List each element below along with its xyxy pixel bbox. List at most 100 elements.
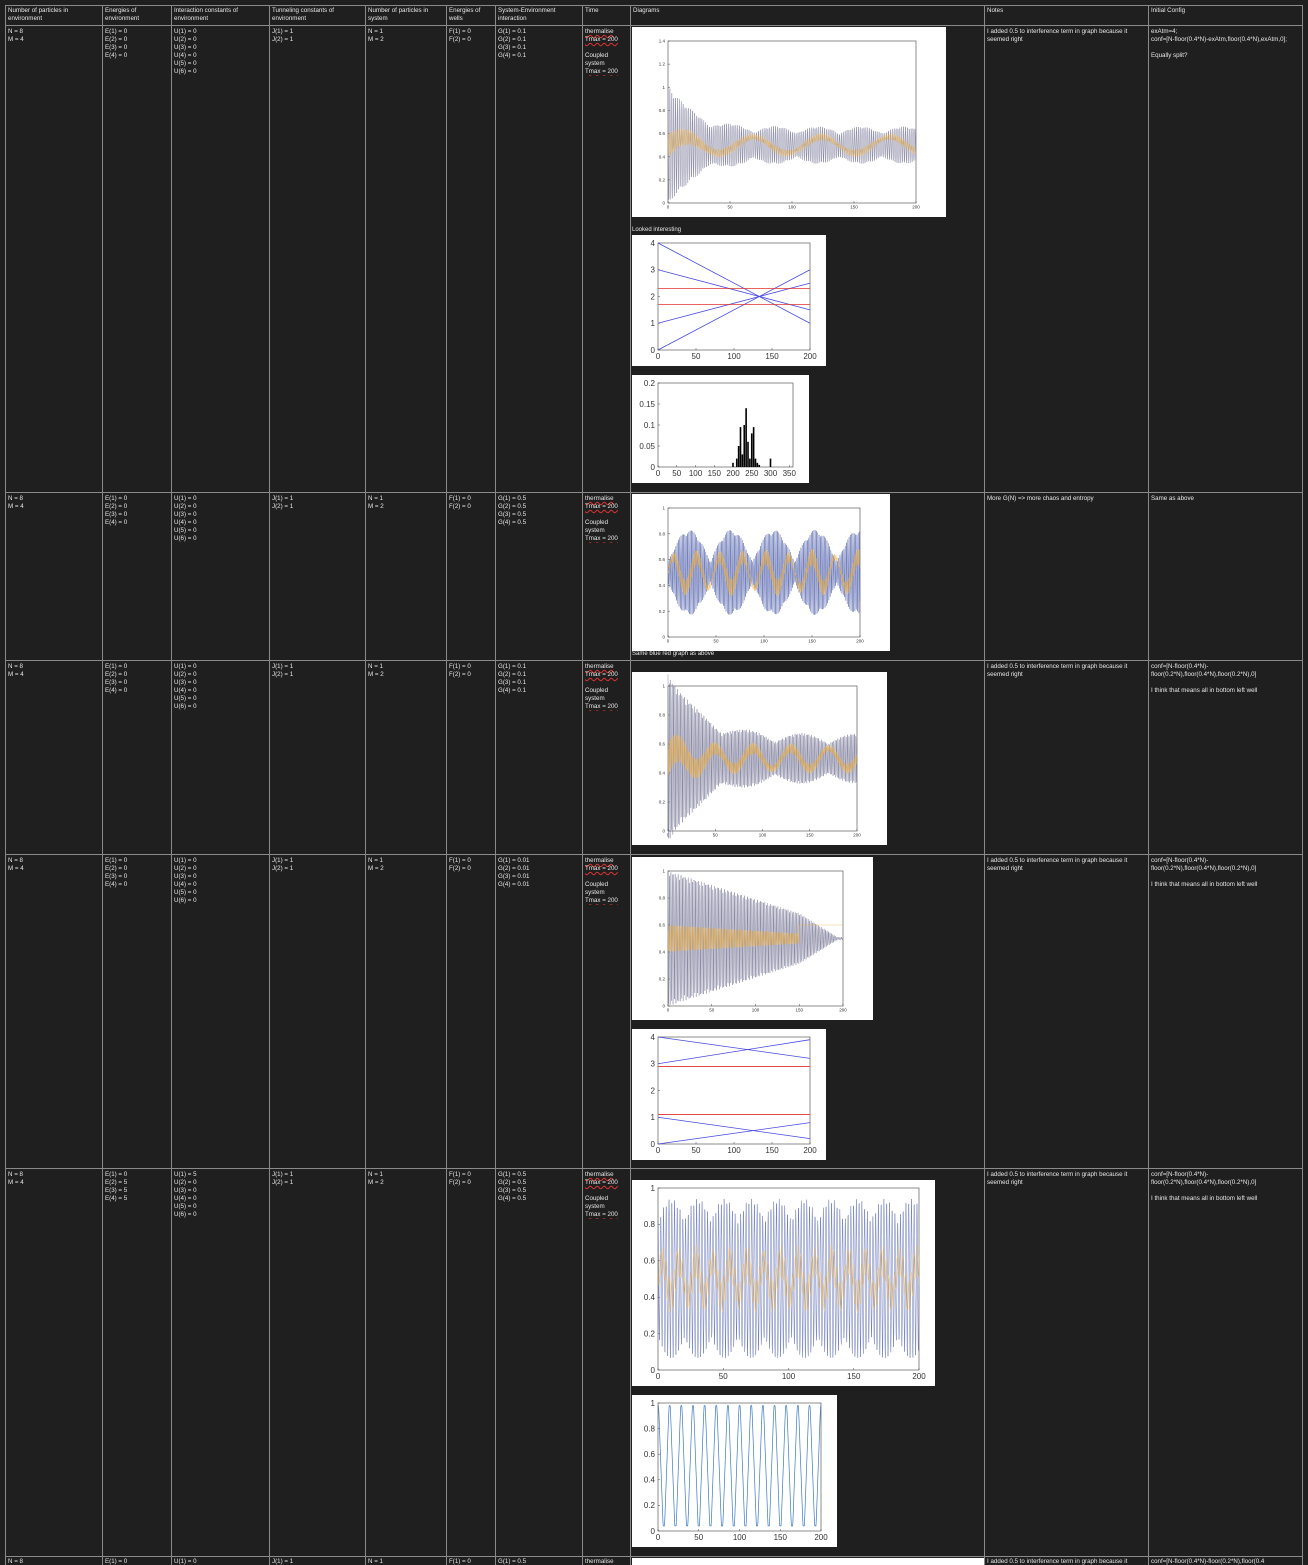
header-n-sys[interactable]: Number of particles in system xyxy=(368,7,444,23)
header-j-env[interactable]: Tunneling constants of environment xyxy=(272,7,363,23)
cell-f-wells[interactable]: F(1) = 0 F(2) = 0 xyxy=(449,495,493,511)
cell-n-env[interactable]: N = 8 M = 4 xyxy=(8,495,100,511)
cell-u-env[interactable]: U(1) = 5 U(2) = 0 U(3) = 0 U(4) = 0 U(5)… xyxy=(174,1171,267,1219)
header-diagrams[interactable]: Diagrams xyxy=(633,7,982,15)
cell-u-env[interactable]: U(1) = 0 U(2) = 0 U(3) = 0 U(4) = 0 U(5)… xyxy=(174,495,267,543)
cell-f-wells[interactable]: F(1) = 0 F(2) = 0 xyxy=(449,663,493,679)
cell-time[interactable]: thermalise Tmax = 200 Coupled system Tma… xyxy=(585,857,629,905)
cell-f-wells[interactable]: F(1) = 0 F(2) = 0 xyxy=(449,28,493,44)
y-tick-label: 0.6 xyxy=(644,1450,656,1459)
y-tick-label: 0.6 xyxy=(659,923,666,928)
cell-u-env[interactable]: U(1) = 0 U(2) = 0 U(3) = 0 U(4) = 0 U(5)… xyxy=(174,28,267,76)
grid-line xyxy=(1302,5,1303,1565)
oscillation-plot[interactable]: 0 50 100 150 200 0 0.2 0.4 0.6 0.8 1 xyxy=(632,1180,935,1386)
cell-j-env[interactable]: J(1) = 1 J(2) = 1 xyxy=(272,857,363,873)
cell-notes[interactable]: More G(N) => more chaos and entropy xyxy=(987,495,1146,503)
y-tick-label: 1 xyxy=(662,506,665,511)
oscillation-plot[interactable]: 0 50 100 150 200 0 0.2 0.4 0.6 0.8 1 xyxy=(632,1395,837,1547)
oscillation-plot[interactable]: 0 50 100 150 200 0 0.2 0.4 0.6 0.8 1 1.2 1.4 xyxy=(632,27,946,217)
y-tick-label: 0.4 xyxy=(659,771,666,776)
energy-levels-plot[interactable]: 0 50 100 150 200 0 1 2 3 4 xyxy=(632,235,826,366)
cell-f-wells[interactable]: F(1) = 0 F(2) = 0 xyxy=(449,857,493,873)
cell-j-env[interactable]: J(1) = 1 J(2) = 1 xyxy=(272,28,363,44)
cell-n-sys[interactable]: N = 1 M = 2 xyxy=(368,857,444,873)
cell-notes[interactable]: I added 0.5 to interference term in grap… xyxy=(987,28,1146,44)
cell-n-sys[interactable]: N = 1 M = 2 xyxy=(368,663,444,679)
cell-j-env[interactable]: J(1) = 1 J(2) = 1 xyxy=(272,495,363,511)
cell-time[interactable]: thermalise Tmax = 200 Coupled system Tma… xyxy=(585,663,629,711)
cell-e-env[interactable]: E(1) = 0 E(2) = 0 E(3) = 0 E(4) = 0 xyxy=(105,663,169,695)
cell-n-sys[interactable]: N = 1 M = 2 xyxy=(368,1171,444,1187)
cell-f-wells[interactable]: F(1) = 0 F(2) = 0 xyxy=(449,1171,493,1187)
cell-g-int[interactable]: G(1) = 0.01 G(2) = 0.01 G(3) = 0.01 G(4)… xyxy=(498,857,580,889)
y-tick-label: 0.2 xyxy=(644,1329,656,1338)
cell-e-env[interactable]: E(1) = 0 E(2) = 5 E(3) = 5 E(4) = 5 xyxy=(105,1171,169,1203)
cell-n-sys[interactable]: N = 1 M = 2 xyxy=(368,495,444,511)
y-tick-label: 0.4 xyxy=(644,1293,656,1302)
y-tick-label: 0 xyxy=(662,1004,665,1009)
cell-config[interactable]: conf=[N-floor(0.4*N)-floor(0.2*N),floor(… xyxy=(1151,663,1300,695)
spectrum-plot[interactable]: 0 50 100 150 200 250 300 350 0 0.05 0.1 0.15 0.2 xyxy=(632,375,809,483)
cell-n-env[interactable]: N = 8 M = 4 xyxy=(8,857,100,873)
cell-u-env[interactable]: U(1) = 0 U(2) = 0 U(3) = 0 U(4) = 0 U(5)… xyxy=(174,857,267,905)
series-line xyxy=(657,269,811,351)
cell-notes[interactable]: I added 0.5 to interference term in grap… xyxy=(987,663,1146,679)
grid-line xyxy=(5,660,1303,661)
cell-notes[interactable]: I added 0.5 to interference term in grap… xyxy=(987,857,1146,873)
cell-n-env[interactable]: N = 8 M = 4 xyxy=(8,1171,100,1187)
cell-e-env[interactable]: E(1) = 0 E(2) = 0 E(3) = 0 E(4) = 0 xyxy=(105,495,169,527)
header-u-env[interactable]: Interaction constants of environment xyxy=(174,7,267,23)
x-tick-label: 150 xyxy=(765,1146,779,1155)
cell-n-env[interactable]: N = 8 M = 4 xyxy=(8,28,100,44)
cell-time[interactable]: thermalise Tmax = 200 Coupled system Tma… xyxy=(585,1171,629,1219)
time-thermalise: thermalise xyxy=(585,857,614,864)
bar xyxy=(749,458,751,467)
cell-g-int[interactable]: G(1) = 0.1 G(2) = 0.1 G(3) = 0.1 G(4) = … xyxy=(498,663,580,695)
y-tick-label: 0.8 xyxy=(644,1424,656,1433)
cell-config[interactable]: Same as above xyxy=(1151,495,1300,503)
cell-n-sys[interactable]: N = 1 M = 2 xyxy=(368,28,444,44)
header-f-wells[interactable]: Energies of wells xyxy=(449,7,493,23)
cell-g-int[interactable]: G(1) = 0.5 G(2) = 0.5 G(3) = 0.5 G(4) = … xyxy=(498,1171,580,1203)
header-time[interactable]: Time xyxy=(585,7,628,15)
cell-j-env[interactable]: J(1) = 1 J(2) = 1 xyxy=(272,1171,363,1187)
x-tick-label: 0 xyxy=(667,205,670,210)
energy-levels-plot[interactable]: 0 50 100 150 200 0 1 2 3 4 xyxy=(632,1029,826,1160)
cell-j-env[interactable]: J(1) = 1 J(2) = 1 xyxy=(272,663,363,679)
header-config[interactable]: Initial Config xyxy=(1151,7,1300,15)
oscillation-plot[interactable]: 0 50 100 150 200 0 0.2 0.4 0.6 0.8 1 xyxy=(632,494,890,651)
time-thermalise: thermalise xyxy=(585,663,614,670)
cell-time[interactable]: thermalise Tmax = 200 Coupled system Tma… xyxy=(585,28,629,76)
cell-e-env[interactable]: E(1) = 0 E(2) = 0 E(3) = 0 E(4) = 0 xyxy=(105,857,169,889)
bar xyxy=(735,458,738,467)
y-tick-label: 1 xyxy=(662,869,665,874)
y-tick-label: 0.6 xyxy=(659,131,666,136)
cell-notes[interactable]: I added 0.5 to interference term in grap… xyxy=(987,1171,1146,1187)
cell-time[interactable]: thermalise Tmax = 200 Coupled system Tma… xyxy=(585,495,629,543)
y-tick-label: 1 xyxy=(651,1113,656,1122)
cell-n-env[interactable]: N = 8 M = 4 xyxy=(8,663,100,679)
cell-g-int[interactable]: G(1) = 0.5 G(2) = 0.5 G(3) = 0.5 G(4) = … xyxy=(498,495,580,527)
cell-u-env[interactable]: U(1) = 0 U(2) = 0 U(3) = 0 U(4) = 0 U(5)… xyxy=(174,663,267,711)
header-g-int[interactable]: System-Environment interaction xyxy=(498,7,580,23)
cell-config[interactable]: conf=[N-floor(0.4*N)-floor(0.2*N),floor(… xyxy=(1151,1171,1300,1203)
cell-g-int[interactable]: G(1) = 0.1 G(2) = 0.1 G(3) = 0.1 G(4) = … xyxy=(498,28,580,60)
bar xyxy=(756,462,759,467)
time-coupled: Coupled system xyxy=(585,687,609,703)
grid-line xyxy=(582,5,583,1565)
oscillation-plot[interactable]: 0 50 100 150 200 0 0.2 0.4 0.6 0.8 1 xyxy=(632,857,873,1020)
cell-config[interactable]: conf=[N-floor(0.4*N)-floor(0.2*N),floor(… xyxy=(1151,857,1300,889)
header-notes[interactable]: Notes xyxy=(987,7,1146,15)
time-coupled: Coupled system xyxy=(585,881,609,897)
y-tick-label: 0 xyxy=(662,635,665,640)
oscillation-plot[interactable]: 0 50 100 150 200 0 0.2 0.4 0.6 0.8 1 xyxy=(632,672,887,845)
time-thermalise: thermalise xyxy=(585,28,614,35)
cell-config[interactable]: exAtm=4; conf=[N-floor(0.4*N)-exAtm,floo… xyxy=(1151,28,1300,60)
cell-e-env[interactable]: E(1) = 0 E(2) = 0 E(3) = 0 E(4) = 0 xyxy=(105,28,169,60)
x-tick-label: 200 xyxy=(912,1372,926,1381)
x-tick-label: 200 xyxy=(856,639,864,644)
series-line xyxy=(657,242,811,324)
header-e-env[interactable]: Energies of environment xyxy=(105,7,169,23)
x-tick-label: 0 xyxy=(667,639,670,644)
header-n-env[interactable]: Number of particles in environment xyxy=(8,7,100,23)
